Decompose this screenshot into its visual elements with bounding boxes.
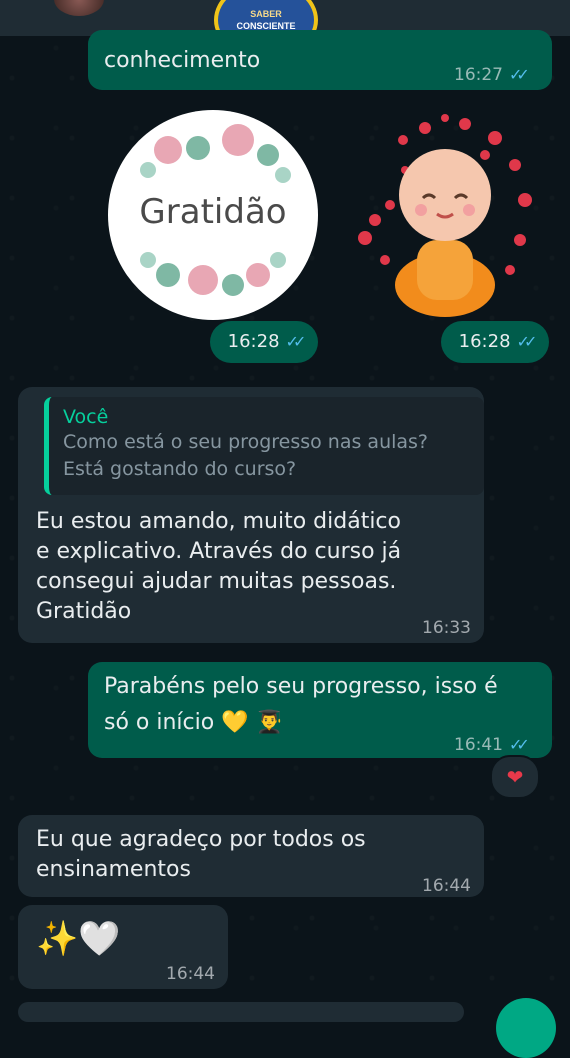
sticker-time-pill: 16:28 ✓✓ xyxy=(441,321,549,363)
baby-monk-icon xyxy=(358,114,532,317)
quoted-message[interactable]: Você Como está o seu progresso nas aulas… xyxy=(44,397,484,495)
message-text: conhecimento xyxy=(104,48,261,73)
baby-monk-sticker[interactable] xyxy=(345,110,545,320)
scroll-down-button[interactable] xyxy=(496,998,556,1058)
sticker-text: Gratidão xyxy=(139,192,287,232)
message-incoming[interactable]: ✨🤍 16:44 xyxy=(18,905,228,989)
message-text: Parabéns pelo seu progresso, isso é só o… xyxy=(104,674,498,735)
message-text: Eu que agradeço por todos os ensinamento… xyxy=(36,827,366,882)
emoji-message: ✨🤍 xyxy=(36,919,121,959)
quote-author: Você xyxy=(63,406,109,428)
avatar[interactable] xyxy=(54,0,104,16)
message-incoming[interactable]: Você Como está o seu progresso nas aulas… xyxy=(18,387,484,643)
message-time: 16:44 xyxy=(422,876,471,896)
heart-reaction-icon[interactable]: ❤ xyxy=(490,755,540,799)
message-text: Eu estou amando, muito didático e explic… xyxy=(36,509,402,624)
message-time: 16:33 xyxy=(422,618,471,638)
message-outgoing[interactable]: Parabéns pelo seu progresso, isso é só o… xyxy=(88,662,552,758)
quote-text: Como está o seu progresso nas aulas? xyxy=(63,431,429,453)
read-ticks-icon: ✓✓ xyxy=(509,735,530,754)
read-ticks-icon: ✓✓ xyxy=(509,65,530,84)
sticker-time-pill: 16:28 ✓✓ xyxy=(210,321,318,363)
message-time: 16:44 xyxy=(166,964,215,984)
gratidao-sticker[interactable]: Gratidão xyxy=(108,110,318,320)
quote-text: Está gostando do curso? xyxy=(63,458,297,480)
message-outgoing[interactable]: conhecimento 16:27 ✓✓ xyxy=(88,30,552,90)
next-message-edge xyxy=(18,1002,464,1022)
message-incoming[interactable]: Eu que agradeço por todos os ensinamento… xyxy=(18,815,484,897)
message-time: 16:27 ✓✓ xyxy=(454,65,530,85)
